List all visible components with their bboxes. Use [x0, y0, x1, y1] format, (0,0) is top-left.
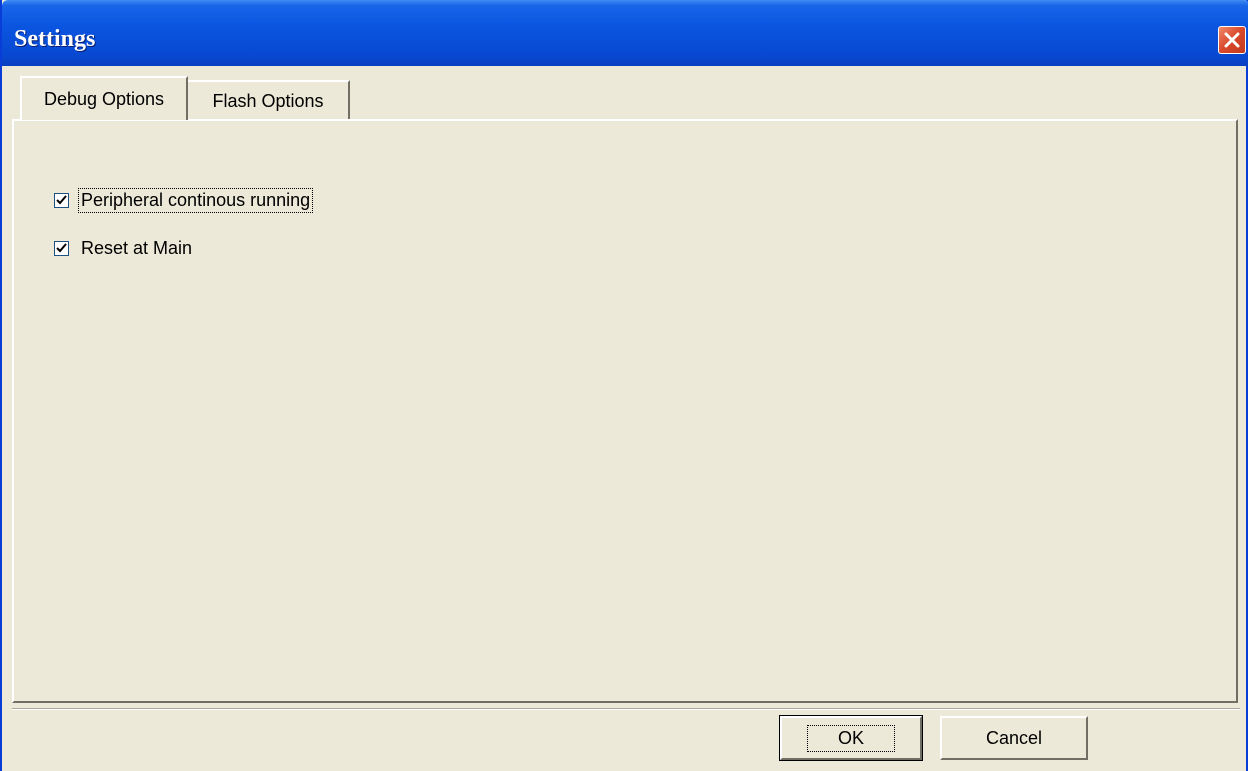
checkbox-box[interactable]	[54, 192, 69, 208]
debug-options-panel: Peripheral continous running Reset at Ma…	[12, 119, 1238, 703]
close-icon	[1224, 32, 1240, 48]
footer-divider	[12, 708, 1240, 710]
checkbox-label: Reset at Main	[81, 237, 193, 258]
tab-debug-options[interactable]: Debug Options	[20, 76, 188, 120]
ok-button-label: OK	[806, 724, 895, 752]
settings-dialog: Settings Debug Options Flash Options Per…	[0, 0, 1248, 771]
window-title: Settings	[14, 26, 96, 52]
peripheral-continous-running-checkbox[interactable]: Peripheral continous running	[54, 187, 314, 213]
reset-at-main-checkbox[interactable]: Reset at Main	[54, 235, 194, 261]
tab-flash-options[interactable]: Flash Options	[188, 80, 350, 120]
checkmark-icon	[56, 242, 67, 252]
ok-button[interactable]: OK	[779, 715, 923, 761]
cancel-button[interactable]: Cancel	[940, 716, 1088, 760]
title-bar[interactable]: Settings	[2, 0, 1248, 66]
checkbox-box[interactable]	[54, 240, 69, 256]
checkmark-icon	[56, 194, 67, 204]
close-button[interactable]	[1218, 26, 1246, 54]
checkbox-label: Peripheral continous running	[77, 187, 314, 213]
